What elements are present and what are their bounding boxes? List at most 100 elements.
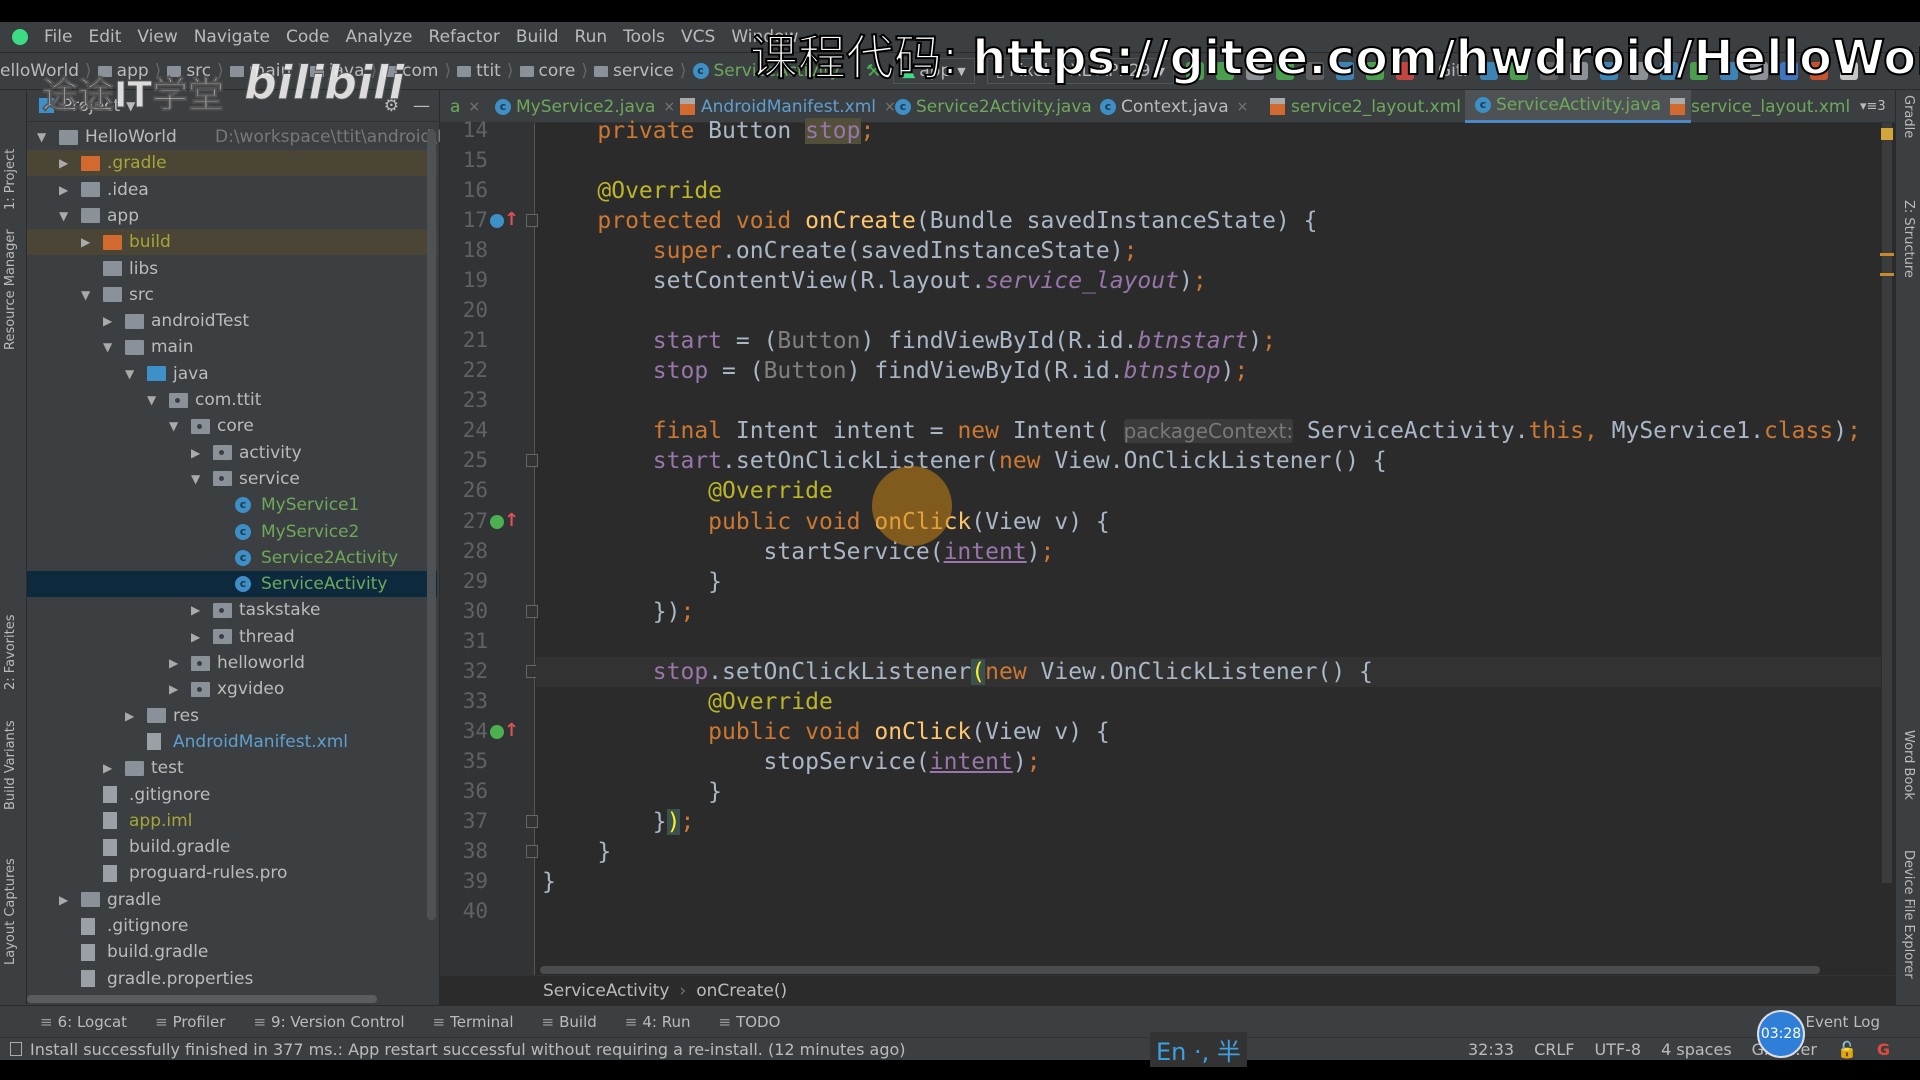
- left-tool-window-3[interactable]: Build Variants: [3, 720, 18, 810]
- tree-item[interactable]: proguard-rules.pro: [27, 860, 437, 886]
- line-separator[interactable]: CRLF: [1534, 1040, 1574, 1059]
- collapsed-arrow-icon[interactable]: ▶: [59, 156, 68, 170]
- tree-item[interactable]: ▼ main: [27, 334, 437, 360]
- tree-item[interactable]: AndroidManifest.xml: [27, 729, 437, 755]
- tree-item[interactable]: c MyService2: [27, 519, 437, 545]
- menu-code[interactable]: Code: [286, 27, 330, 47]
- event-log-button[interactable]: ▮Event Log: [1792, 1013, 1880, 1031]
- code-line[interactable]: });: [542, 597, 695, 627]
- tool-window-logcat[interactable]: ≡ 6: Logcat: [40, 1013, 127, 1031]
- collapsed-arrow-icon[interactable]: ▶: [191, 603, 200, 617]
- code-line[interactable]: @Override: [542, 687, 833, 717]
- right-tool-window-1[interactable]: Z: Structure: [1901, 200, 1916, 278]
- error-stripe-mark[interactable]: [1880, 253, 1894, 256]
- status-toggle-icon[interactable]: [10, 1042, 22, 1056]
- navigate-up-arrow-icon[interactable]: ↑: [504, 720, 519, 741]
- indent-setting[interactable]: 4 spaces: [1661, 1040, 1732, 1059]
- tree-item[interactable]: ▶ test: [27, 755, 437, 781]
- expanded-arrow-icon[interactable]: ▼: [191, 472, 200, 486]
- menu-run[interactable]: Run: [575, 27, 608, 47]
- editor-vertical-scrollbar[interactable]: [1882, 123, 1892, 883]
- navigate-up-arrow-icon[interactable]: ↑: [504, 209, 519, 230]
- tree-item[interactable]: ▶ xgvideo: [27, 676, 437, 702]
- code-line[interactable]: stopService(intent);: [542, 747, 1041, 777]
- tree-item[interactable]: app.iml: [27, 808, 437, 834]
- code-line[interactable]: }: [542, 837, 611, 867]
- tree-item[interactable]: ▶ .gradle: [27, 150, 437, 177]
- status-message[interactable]: Install successfully finished in 377 ms.…: [30, 1040, 906, 1059]
- implements-method-icon[interactable]: [490, 724, 504, 739]
- breadcrumb-class[interactable]: ServiceActivity: [543, 981, 669, 1001]
- lock-icon[interactable]: 🔓: [1837, 1040, 1857, 1059]
- tree-item[interactable]: ▶ gradle: [27, 887, 437, 913]
- collapsed-arrow-icon[interactable]: ▶: [81, 235, 90, 249]
- tab-service2-layout-xml[interactable]: service2_layout.xml×: [1260, 90, 1491, 123]
- tree-item[interactable]: ▶ helloworld: [27, 650, 437, 676]
- fold-marker-icon[interactable]: [526, 214, 538, 228]
- tool-window-profiler[interactable]: ≡ Profiler: [155, 1013, 225, 1031]
- menu-navigate[interactable]: Navigate: [194, 27, 270, 47]
- tree-item[interactable]: ▶ res: [27, 703, 437, 729]
- code-line[interactable]: @Override: [542, 476, 833, 506]
- editor-horizontal-scrollbar[interactable]: [540, 966, 1820, 974]
- code-line[interactable]: stop = (Button) findViewById(R.id.btnsto…: [542, 356, 1248, 386]
- tree-item[interactable]: ▼ service: [27, 466, 437, 492]
- google-icon[interactable]: G: [1877, 1040, 1890, 1059]
- tree-item[interactable]: ▶ build: [27, 229, 437, 256]
- expanded-arrow-icon[interactable]: ▼: [125, 367, 134, 381]
- tab-context-java[interactable]: c Context.java ×: [1090, 90, 1258, 123]
- right-tool-window-2[interactable]: Word Book: [1901, 730, 1916, 800]
- collapsed-arrow-icon[interactable]: ▶: [169, 682, 178, 696]
- tree-item[interactable]: ▶ thread: [27, 624, 437, 650]
- tree-item[interactable]: ▼ java: [27, 361, 437, 387]
- code-line[interactable]: startService(intent);: [542, 537, 1055, 567]
- tool-window-version-control[interactable]: ≡ 9: Version Control: [253, 1013, 404, 1031]
- tree-item[interactable]: c MyService1: [27, 492, 437, 518]
- tree-item[interactable]: ▶ .idea: [27, 177, 437, 203]
- tool-window-todo[interactable]: ≡ TODO: [718, 1013, 780, 1031]
- tool-window-run[interactable]: ≡ 4: Run: [625, 1013, 691, 1031]
- expanded-arrow-icon[interactable]: ▼: [169, 419, 178, 433]
- expanded-arrow-icon[interactable]: ▼: [37, 130, 46, 144]
- breadcrumb-method[interactable]: onCreate(): [696, 981, 787, 1001]
- menu-build[interactable]: Build: [516, 27, 559, 47]
- fold-marker-icon[interactable]: [526, 844, 538, 858]
- code-line[interactable]: stop.setOnClickListener(new View.OnClick…: [542, 657, 1373, 687]
- error-stripe-mark[interactable]: [1880, 273, 1894, 276]
- implements-method-icon[interactable]: [490, 514, 504, 529]
- code-line[interactable]: setContentView(R.layout.service_layout);: [542, 266, 1207, 296]
- file-encoding[interactable]: UTF-8: [1594, 1040, 1641, 1059]
- menu-tools[interactable]: Tools: [623, 27, 665, 47]
- fold-marker-icon[interactable]: [526, 454, 538, 468]
- menu-file[interactable]: File: [44, 27, 72, 47]
- warning-marker[interactable]: [1881, 128, 1893, 140]
- tree-item[interactable]: libs: [27, 256, 437, 282]
- collapsed-arrow-icon[interactable]: ▶: [59, 893, 68, 907]
- breadcrumb-item[interactable]: core: [519, 61, 575, 81]
- left-tool-window-1[interactable]: Resource Manager: [3, 229, 18, 350]
- menu-vcs[interactable]: VCS: [681, 27, 715, 47]
- right-tool-window-3[interactable]: Device File Explorer: [1901, 850, 1916, 979]
- expanded-arrow-icon[interactable]: ▼: [81, 288, 90, 302]
- menu-view[interactable]: View: [137, 27, 177, 47]
- code-line[interactable]: public void onClick(View v) {: [542, 507, 1110, 537]
- collapsed-arrow-icon[interactable]: ▶: [103, 761, 112, 775]
- close-tab-icon[interactable]: ×: [468, 99, 480, 115]
- tab-service2activity-java[interactable]: cService2Activity.java×: [885, 90, 1122, 123]
- left-tool-window-0[interactable]: 1: Project: [3, 149, 18, 210]
- tree-item[interactable]: build.gradle: [27, 939, 437, 965]
- left-tool-window-4[interactable]: Layout Captures: [3, 858, 18, 965]
- code-line[interactable]: super.onCreate(savedInstanceState);: [542, 236, 1138, 266]
- code-line[interactable]: });: [542, 807, 694, 837]
- tree-item[interactable]: ▶ androidTest: [27, 308, 437, 334]
- code-line[interactable]: start = (Button) findViewById(R.id.btnst…: [542, 326, 1276, 356]
- hide-panel-icon[interactable]: —: [413, 96, 430, 116]
- collapsed-arrow-icon[interactable]: ▶: [103, 314, 112, 328]
- code-line[interactable]: start.setOnClickListener(new View.OnClic…: [542, 446, 1387, 476]
- tree-item[interactable]: ▶ taskstake: [27, 597, 437, 623]
- breadcrumb-item[interactable]: ttit: [457, 61, 501, 81]
- tab-serviceactivity-java[interactable]: cServiceActivity.java×: [1465, 90, 1691, 123]
- tree-item[interactable]: ▶ activity: [27, 440, 437, 466]
- tree-item[interactable]: build.gradle: [27, 834, 437, 860]
- collapsed-arrow-icon[interactable]: ▶: [191, 630, 200, 644]
